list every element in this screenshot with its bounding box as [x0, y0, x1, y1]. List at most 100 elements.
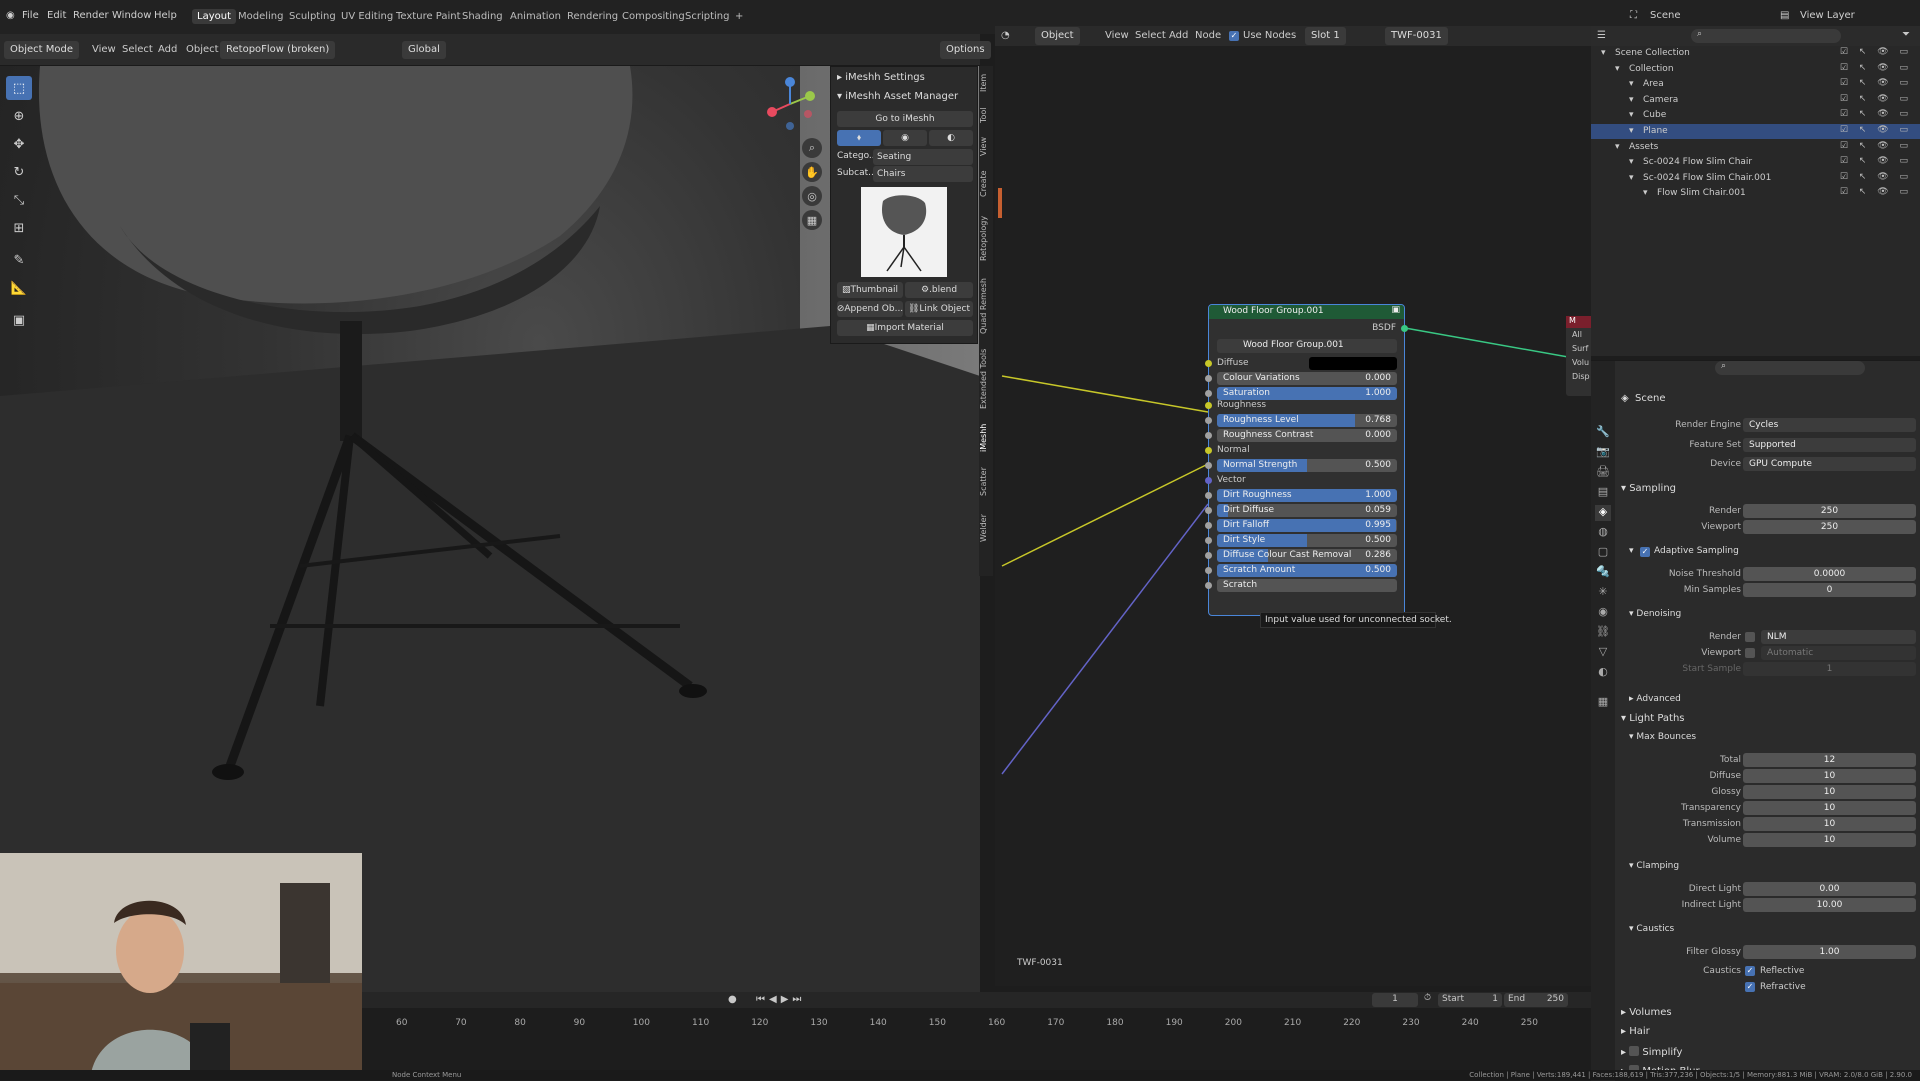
outliner-item[interactable]: ▾ Assets ☑ ↖ 👁 ▭ — [1591, 140, 1920, 155]
node-menu-add[interactable]: Add — [1169, 30, 1188, 41]
node-input-field[interactable]: Roughness Contrast 0.000 — [1217, 429, 1397, 442]
go-to-imeshh-button[interactable]: Go to iMeshh — [837, 111, 973, 127]
transform-icon[interactable]: ⊞ — [6, 216, 32, 240]
bsdf-output-socket[interactable] — [1401, 325, 1408, 332]
scale-icon[interactable]: ⤡ — [6, 188, 32, 212]
sidebar-tab-create[interactable]: Create — [979, 166, 993, 202]
node-input-field[interactable]: Scratch — [1217, 579, 1397, 592]
camera-view-icon[interactable]: ◎ — [802, 186, 822, 206]
select-box-icon[interactable]: ⬚ — [6, 76, 32, 100]
add-workspace-button[interactable]: + — [730, 9, 748, 24]
imeshh-asset-manager-header[interactable]: ▾ iMeshh Asset Manager — [837, 91, 958, 102]
expand-chevron-icon[interactable]: ▾ — [1629, 157, 1634, 167]
visibility-toggle-icons[interactable]: ☑ ↖ 👁 ▭ — [1840, 78, 1912, 88]
sidebar-tab-view[interactable]: View — [979, 134, 993, 160]
node-input-socket[interactable] — [1205, 390, 1212, 397]
scene-icon[interactable]: ⛶ — [1630, 10, 1637, 21]
physics-tab-icon[interactable]: ◉ — [1595, 605, 1611, 621]
sidebar-tab-item[interactable]: Item — [979, 70, 993, 96]
expand-chevron-icon[interactable]: ▾ — [1629, 110, 1634, 120]
retopoflow-menu[interactable]: RetopoFlow (broken) — [220, 41, 336, 59]
adaptive-sampling-checkbox[interactable]: ✓ — [1640, 547, 1650, 557]
outliner-item[interactable]: ▾ Area ☑ ↖ 👁 ▭ — [1591, 77, 1920, 92]
indirect-light-field[interactable]: 10.00 — [1743, 898, 1916, 912]
advanced-header[interactable]: ▸ Advanced — [1629, 694, 1681, 704]
modifier-tab-icon[interactable]: 🔩 — [1595, 565, 1611, 581]
menu-help[interactable]: Help — [154, 10, 177, 21]
render-engine-dropdown[interactable]: Cycles — [1743, 418, 1916, 432]
workspace-tab-scripting[interactable]: Scripting — [680, 9, 734, 24]
visibility-toggle-icons[interactable]: ☑ ↖ 👁 ▭ — [1840, 47, 1912, 57]
socket-vector[interactable] — [1205, 477, 1212, 484]
visibility-toggle-icons[interactable]: ☑ ↖ 👁 ▭ — [1840, 63, 1912, 73]
view-layer-name[interactable]: View Layer — [1800, 10, 1855, 21]
noise-threshold-field[interactable]: 0.0000 — [1743, 567, 1916, 581]
visibility-toggle-icons[interactable]: ☑ ↖ 👁 ▭ — [1840, 187, 1912, 197]
menu-edit[interactable]: Edit — [47, 10, 66, 21]
workspace-tab-sculpting[interactable]: Sculpting — [284, 9, 341, 24]
workspace-tab-animation[interactable]: Animation — [505, 9, 566, 24]
node-input-socket[interactable] — [1205, 522, 1212, 529]
start-sample-field[interactable]: 1 — [1743, 662, 1916, 676]
perspective-toggle-icon[interactable]: ▦ — [802, 210, 822, 230]
denoise-viewport-checkbox[interactable] — [1745, 648, 1755, 658]
node-input-socket[interactable] — [1205, 552, 1212, 559]
shader-type-dropdown[interactable]: Object — [1035, 27, 1080, 45]
sidebar-tab-welder[interactable]: Welder — [979, 508, 993, 548]
blender-logo-icon[interactable]: ◉ — [6, 10, 15, 21]
simplify-checkbox[interactable] — [1629, 1046, 1640, 1056]
node-input-socket[interactable] — [1205, 567, 1212, 574]
expand-chevron-icon[interactable]: ▾ — [1629, 126, 1634, 136]
sampling-panel-header[interactable]: ▾ Sampling — [1621, 483, 1676, 494]
material-output-node[interactable]: M All Surf Volu Disp — [1566, 316, 1591, 396]
filter-icon[interactable]: ⏷ — [1902, 29, 1910, 40]
caustics-header[interactable]: ▾ Caustics — [1629, 924, 1674, 934]
node-input-field[interactable]: Dirt Roughness 1.000 — [1217, 489, 1397, 502]
max-bounces-header[interactable]: ▾ Max Bounces — [1629, 732, 1696, 742]
denoise-render-dropdown[interactable]: NLM — [1761, 630, 1916, 644]
clamping-header[interactable]: ▾ Clamping — [1629, 861, 1679, 871]
asset-type-hdri-icon[interactable]: ◐ — [929, 130, 973, 146]
node-group-icon[interactable]: ▣ — [1391, 305, 1400, 315]
measure-icon[interactable]: 📐 — [6, 276, 32, 300]
feature-set-dropdown[interactable]: Supported — [1743, 438, 1916, 452]
view-layer-icon[interactable]: ▤ — [1780, 10, 1789, 21]
visibility-toggle-icons[interactable]: ☑ ↖ 👁 ▭ — [1840, 156, 1912, 166]
sidebar-tab-retopology[interactable]: Retopology — [979, 208, 993, 268]
pan-hand-icon[interactable]: ✋ — [802, 162, 822, 182]
editor-type-icon[interactable]: ◔ — [1001, 30, 1010, 41]
visibility-toggle-icons[interactable]: ☑ ↖ 👁 ▭ — [1840, 141, 1912, 151]
outliner-item[interactable]: ▾ Scene Collection ☑ ↖ 👁 ▭ — [1591, 46, 1920, 61]
subcategory-dropdown[interactable]: Chairs — [873, 166, 973, 182]
particles-tab-icon[interactable]: ✳ — [1595, 585, 1611, 601]
navigation-gizmo[interactable] — [760, 74, 820, 134]
asset-thumbnail[interactable] — [861, 187, 947, 277]
node-group-selector[interactable]: Wood Floor Group.001 — [1217, 339, 1397, 353]
simplify-header[interactable]: ▸ Simplify — [1621, 1045, 1682, 1058]
render-samples-field[interactable]: 250 — [1743, 504, 1916, 518]
socket-normal[interactable] — [1205, 447, 1212, 454]
max-bounce-field[interactable]: 10 — [1743, 817, 1916, 831]
diffuse-color-swatch[interactable] — [1309, 357, 1397, 370]
options-dropdown[interactable]: Options — [940, 41, 991, 59]
node-input-field[interactable]: Roughness Level 0.768 — [1217, 414, 1397, 427]
outliner-item[interactable]: ▾ Collection ☑ ↖ 👁 ▭ — [1591, 62, 1920, 77]
wood-floor-group-node[interactable]: Wood Floor Group.001 ▣ BSDF Wood Floor G… — [1205, 304, 1408, 616]
object-mode-dropdown[interactable]: Object Mode — [4, 41, 79, 59]
outliner-item[interactable]: ▾ Sc-0024 Flow Slim Chair ☑ ↖ 👁 ▭ — [1591, 155, 1920, 170]
properties-search-input[interactable]: ⌕ — [1715, 361, 1865, 375]
hair-header[interactable]: ▸ Hair — [1621, 1026, 1650, 1037]
device-dropdown[interactable]: GPU Compute — [1743, 457, 1916, 471]
adaptive-sampling-header[interactable]: ▾ — [1629, 546, 1634, 556]
node-input-socket[interactable] — [1205, 537, 1212, 544]
node-input-socket[interactable] — [1205, 462, 1212, 469]
visibility-toggle-icons[interactable]: ☑ ↖ 👁 ▭ — [1840, 125, 1912, 135]
annotate-icon[interactable]: ✎ — [6, 248, 32, 272]
append-object-button[interactable]: ⊘ Append Ob... — [837, 301, 903, 317]
outliner-editor-icon[interactable]: ☰ — [1597, 30, 1606, 41]
expand-chevron-icon[interactable]: ▾ — [1601, 48, 1606, 58]
max-bounce-field[interactable]: 10 — [1743, 769, 1916, 783]
expand-chevron-icon[interactable]: ▾ — [1629, 79, 1634, 89]
view-layer-tab-icon[interactable]: ▤ — [1595, 485, 1611, 501]
workspace-tab-texture-paint[interactable]: Texture Paint — [391, 9, 466, 24]
